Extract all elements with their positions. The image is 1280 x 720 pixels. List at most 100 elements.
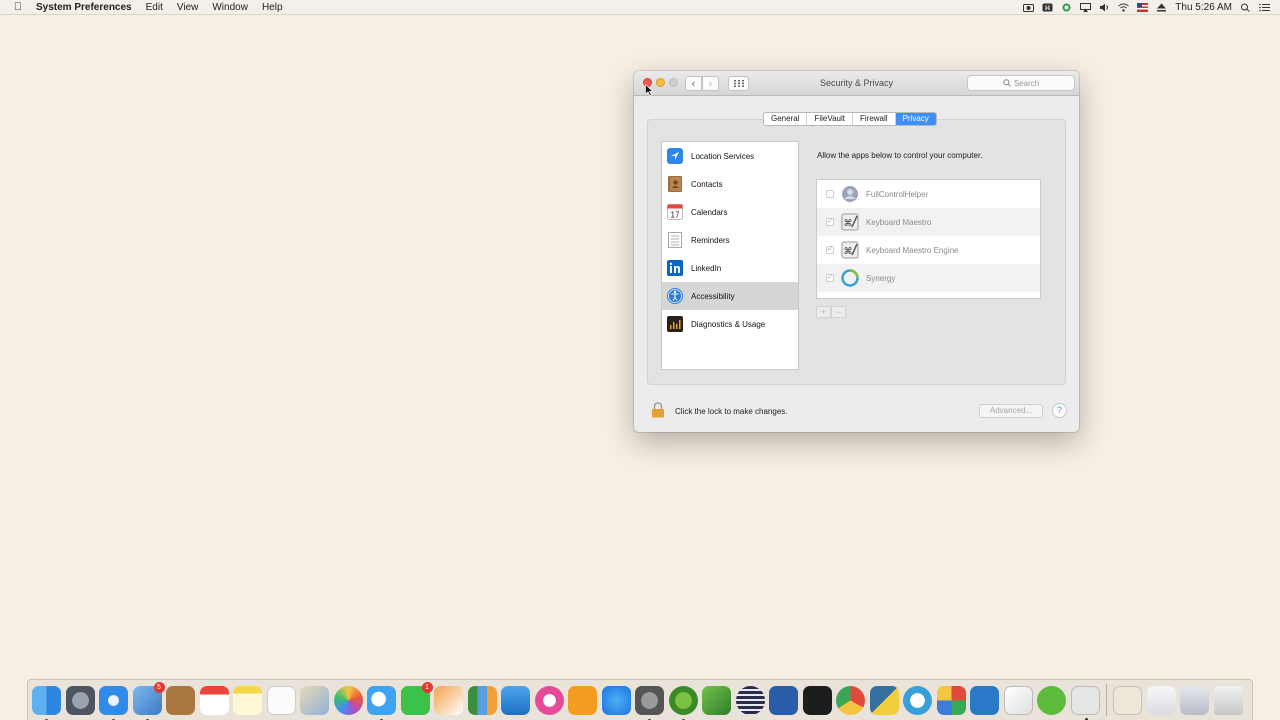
accessibility-app-list: FullControlHelper ✓ ⌘ Keyboard Maestro ✓… (816, 179, 1041, 299)
chrome-icon[interactable] (836, 685, 865, 715)
mail-icon[interactable]: 5 (132, 681, 165, 720)
add-remove-buttons: + − (816, 306, 846, 318)
advanced-button[interactable]: Advanced... (979, 404, 1043, 418)
itunes-icon[interactable] (534, 685, 564, 715)
airplay-status-icon[interactable] (1080, 2, 1092, 12)
keyboard-maestro-status-icon[interactable]: ⌘ (1042, 3, 1053, 12)
window-titlebar[interactable]: ‹ › Security & Privacy Search (634, 71, 1079, 96)
sidebar-item-location-services[interactable]: Location Services (662, 142, 798, 170)
sidebar-item-label: Accessibility (691, 291, 735, 301)
remove-app-button[interactable]: − (831, 306, 846, 318)
menu-window[interactable]: Window (205, 2, 255, 13)
list-item[interactable]: ✓ ⌘ Keyboard Maestro (817, 208, 1040, 236)
app-checkbox[interactable] (826, 190, 834, 198)
pages-icon[interactable] (434, 685, 463, 715)
app-checkbox[interactable]: ✓ (826, 246, 834, 254)
eject-status-icon[interactable] (1156, 3, 1167, 12)
ibooks-icon[interactable] (568, 685, 597, 715)
tab-filevault[interactable]: FileVault (807, 113, 853, 125)
tab-privacy[interactable]: Privacy (895, 113, 936, 125)
terminal-icon[interactable] (802, 685, 832, 715)
sidebar-item-reminders[interactable]: Reminders (662, 226, 798, 254)
sidebar-item-label: Calendars (691, 207, 728, 217)
contacts-icon[interactable] (166, 685, 195, 715)
safari-icon[interactable] (99, 685, 128, 720)
app-checkbox[interactable]: ✓ (826, 218, 834, 226)
photos-icon[interactable] (333, 685, 363, 715)
add-app-button[interactable]: + (816, 306, 831, 318)
keynote-icon[interactable] (501, 685, 530, 715)
wifi-status-icon[interactable] (1118, 3, 1130, 12)
spotlight-search-icon[interactable] (1240, 3, 1251, 12)
downloads-folder-icon[interactable] (1146, 685, 1176, 715)
visual-studio-code-icon[interactable] (970, 685, 999, 715)
sidebar-item-contacts[interactable]: Contacts (662, 170, 798, 198)
contacts-book-icon (666, 175, 684, 193)
lock-icon[interactable] (651, 402, 665, 418)
keyboard-maestro-engine-icon: ⌘ (840, 240, 860, 260)
app-checkbox[interactable]: ✓ (826, 274, 834, 282)
numbers-icon[interactable] (467, 685, 497, 715)
mail-badge: 5 (153, 681, 165, 693)
synergy-2-icon[interactable] (903, 685, 932, 715)
notification-center-icon[interactable] (1259, 3, 1270, 12)
flag-us-icon[interactable] (1137, 2, 1149, 12)
launchpad-icon[interactable] (65, 685, 95, 715)
app-name: Keyboard Maestro (866, 217, 932, 227)
menu-view[interactable]: View (170, 2, 206, 13)
dock: 5 1 (27, 679, 1253, 720)
list-item[interactable]: ✓ ⌘ Keyboard Maestro Engine (817, 236, 1040, 264)
apple-menu-icon[interactable]:  (0, 1, 36, 13)
finder-icon[interactable] (32, 685, 61, 720)
app-store-icon[interactable] (601, 685, 631, 715)
camera-status-icon[interactable] (1023, 3, 1035, 12)
preview-icon[interactable] (300, 685, 329, 715)
allow-apps-description: Allow the apps below to control your com… (817, 151, 983, 160)
sidebar-item-accessibility[interactable]: Accessibility (662, 282, 798, 310)
eclipse-icon[interactable] (735, 685, 765, 715)
synergy-icon (840, 268, 860, 288)
keyboard-maestro-dock-icon[interactable] (1070, 685, 1100, 720)
sheets-icon[interactable] (702, 685, 731, 715)
fullcontrol-helper-icon (840, 184, 860, 204)
menu-edit[interactable]: Edit (139, 2, 170, 13)
linkedin-icon (666, 259, 684, 277)
list-item[interactable]: ✓ Synergy (817, 264, 1040, 292)
location-arrow-icon (666, 147, 684, 165)
sidebar-item-label: Contacts (691, 179, 723, 189)
search-icon (1003, 79, 1011, 87)
sidebar-item-diagnostics-usage[interactable]: Diagnostics & Usage (662, 310, 798, 338)
facetime-icon[interactable]: 1 (400, 681, 433, 715)
svg-text:⌘: ⌘ (844, 218, 853, 228)
help-button[interactable]: ? (1052, 403, 1067, 418)
sidebar-item-calendars[interactable]: 17 Calendars (662, 198, 798, 226)
keyboard-maestro-editor-icon[interactable] (1113, 685, 1142, 715)
menu-app-name[interactable]: System Preferences (36, 2, 139, 13)
documents-stack-icon[interactable] (1180, 685, 1209, 715)
menu-help[interactable]: Help (255, 2, 290, 13)
synergy-status-icon[interactable] (1061, 3, 1072, 12)
search-field[interactable]: Search (967, 75, 1075, 91)
reminders-icon[interactable] (266, 685, 296, 715)
windows-remote-icon[interactable] (936, 685, 966, 715)
calendar-icon[interactable] (199, 685, 229, 715)
svg-text:17: 17 (671, 211, 680, 220)
sketch-s-icon[interactable] (1003, 685, 1033, 715)
tab-general[interactable]: General (764, 113, 808, 125)
svg-text:⌘: ⌘ (844, 246, 853, 256)
synergy-app-icon[interactable] (668, 685, 698, 720)
messages-icon[interactable] (367, 685, 396, 720)
system-preferences-icon[interactable] (635, 685, 664, 720)
python-icon[interactable] (869, 685, 899, 715)
trash-icon[interactable] (1213, 685, 1243, 715)
notes-icon[interactable] (233, 685, 262, 715)
word-icon[interactable] (769, 685, 798, 715)
list-item[interactable]: FullControlHelper (817, 180, 1040, 208)
sidebar-item-label: Diagnostics & Usage (691, 319, 766, 329)
app-name: Keyboard Maestro Engine (866, 245, 959, 255)
menubar-clock[interactable]: Thu 5:26 AM (1175, 2, 1232, 13)
sidebar-item-linkedin[interactable]: LinkedIn (662, 254, 798, 282)
tab-firewall[interactable]: Firewall (853, 113, 896, 125)
json-editor-icon[interactable] (1037, 685, 1066, 715)
volume-status-icon[interactable] (1099, 3, 1110, 12)
